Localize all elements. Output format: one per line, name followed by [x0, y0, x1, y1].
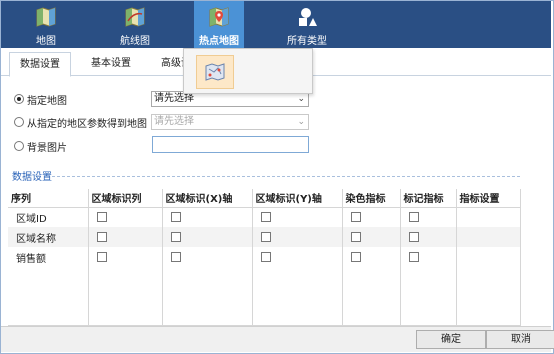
route-map-button-label: 航线图: [120, 36, 150, 47]
col-header-region-id-column: 区域标识列: [88, 189, 163, 208]
region-map-select[interactable]: 请先选择 ⌄: [151, 114, 309, 130]
col-header-color-indicator: 染色指标: [342, 189, 401, 208]
ok-button[interactable]: 确定: [416, 330, 486, 349]
indicator-settings-cell[interactable]: [456, 207, 521, 227]
region-id-column-checkbox[interactable]: [96, 251, 107, 262]
chevron-down-icon: ⌄: [297, 117, 305, 127]
marker-indicator-checkbox[interactable]: [408, 251, 419, 262]
row-name: 区域名称: [8, 227, 89, 247]
region-map-radio[interactable]: [14, 117, 24, 127]
region-id-column-checkbox[interactable]: [96, 211, 107, 222]
hotspot-map-dropdown: [183, 48, 313, 94]
region-id-column-checkbox[interactable]: [96, 231, 107, 242]
chevron-down-icon: ⌄: [297, 94, 305, 104]
specified-map-label: 指定地图: [27, 95, 67, 107]
hotspot-map-icon: [209, 7, 229, 27]
empty-grid-area: [8, 267, 521, 327]
background-image-input[interactable]: [152, 136, 309, 153]
indicator-settings-cell[interactable]: [456, 227, 521, 247]
region-map-select-value: 请先选择: [154, 116, 194, 127]
map-icon: [36, 7, 56, 27]
option-region-map[interactable]: 从指定的地区参数得到地图: [14, 113, 147, 131]
all-types-button-label: 所有类型: [287, 36, 327, 47]
option-specified-map[interactable]: 指定地图: [14, 90, 67, 108]
hotspot-map-button[interactable]: 热点地图: [194, 1, 244, 48]
tab-data-settings[interactable]: 数据设置: [9, 52, 71, 77]
region-map-label: 从指定的地区参数得到地图: [27, 118, 147, 130]
col-header-sequence: 序列: [8, 189, 89, 208]
map-button[interactable]: 地图: [25, 1, 67, 48]
table-row[interactable]: 区域名称: [8, 227, 521, 247]
data-settings-section-title: 数据设置: [12, 172, 52, 183]
table-row[interactable]: 销售额: [8, 247, 521, 267]
region-x-axis-checkbox[interactable]: [170, 211, 181, 222]
data-settings-grid: 序列 区域标识列 区域标识(X)轴 区域标识(Y)轴 染色指标 标记指标 指标设…: [8, 189, 521, 327]
color-indicator-checkbox[interactable]: [350, 211, 361, 222]
background-image-label: 背景图片: [27, 142, 67, 154]
cancel-button[interactable]: 取消: [486, 330, 554, 349]
marker-indicator-checkbox[interactable]: [408, 211, 419, 222]
region-y-axis-checkbox[interactable]: [260, 251, 271, 262]
color-indicator-checkbox[interactable]: [350, 231, 361, 242]
hotspot-map-option-icon: [205, 63, 225, 81]
option-background-image[interactable]: 背景图片: [14, 137, 67, 155]
hotspot-map-option[interactable]: [196, 55, 234, 89]
color-indicator-checkbox[interactable]: [350, 251, 361, 262]
col-header-indicator-settings: 指标设置: [456, 189, 521, 208]
region-y-axis-checkbox[interactable]: [260, 211, 271, 222]
region-x-axis-checkbox[interactable]: [170, 251, 181, 262]
specified-map-radio[interactable]: [14, 94, 24, 104]
all-types-button[interactable]: 所有类型: [281, 1, 333, 48]
section-divider: [52, 176, 520, 177]
grid-header-row: 序列 区域标识列 区域标识(X)轴 区域标识(Y)轴 染色指标 标记指标 指标设…: [8, 189, 521, 208]
indicator-settings-cell[interactable]: [456, 247, 521, 267]
table-row[interactable]: 区域ID: [8, 207, 521, 227]
row-name: 销售额: [8, 247, 89, 267]
tab-basic-settings[interactable]: 基本设置: [81, 52, 141, 76]
region-x-axis-checkbox[interactable]: [170, 231, 181, 242]
ribbon-toolbar: 地图 航线图 热点地图 所有类型: [1, 1, 551, 48]
route-map-button[interactable]: 航线图: [109, 1, 161, 48]
route-map-icon: [125, 7, 145, 27]
all-types-icon: [299, 8, 317, 26]
background-image-radio[interactable]: [14, 141, 24, 151]
col-header-region-x-axis: 区域标识(X)轴: [162, 189, 253, 208]
specified-map-select-value: 请先选择: [154, 93, 194, 104]
region-y-axis-checkbox[interactable]: [260, 231, 271, 242]
map-button-label: 地图: [36, 36, 56, 47]
marker-indicator-checkbox[interactable]: [408, 231, 419, 242]
col-header-marker-indicator: 标记指标: [400, 189, 457, 208]
dialog-footer: 确定 取消: [1, 326, 554, 352]
row-name: 区域ID: [8, 207, 89, 227]
col-header-region-y-axis: 区域标识(Y)轴: [252, 189, 343, 208]
hotspot-map-button-label: 热点地图: [199, 36, 239, 47]
